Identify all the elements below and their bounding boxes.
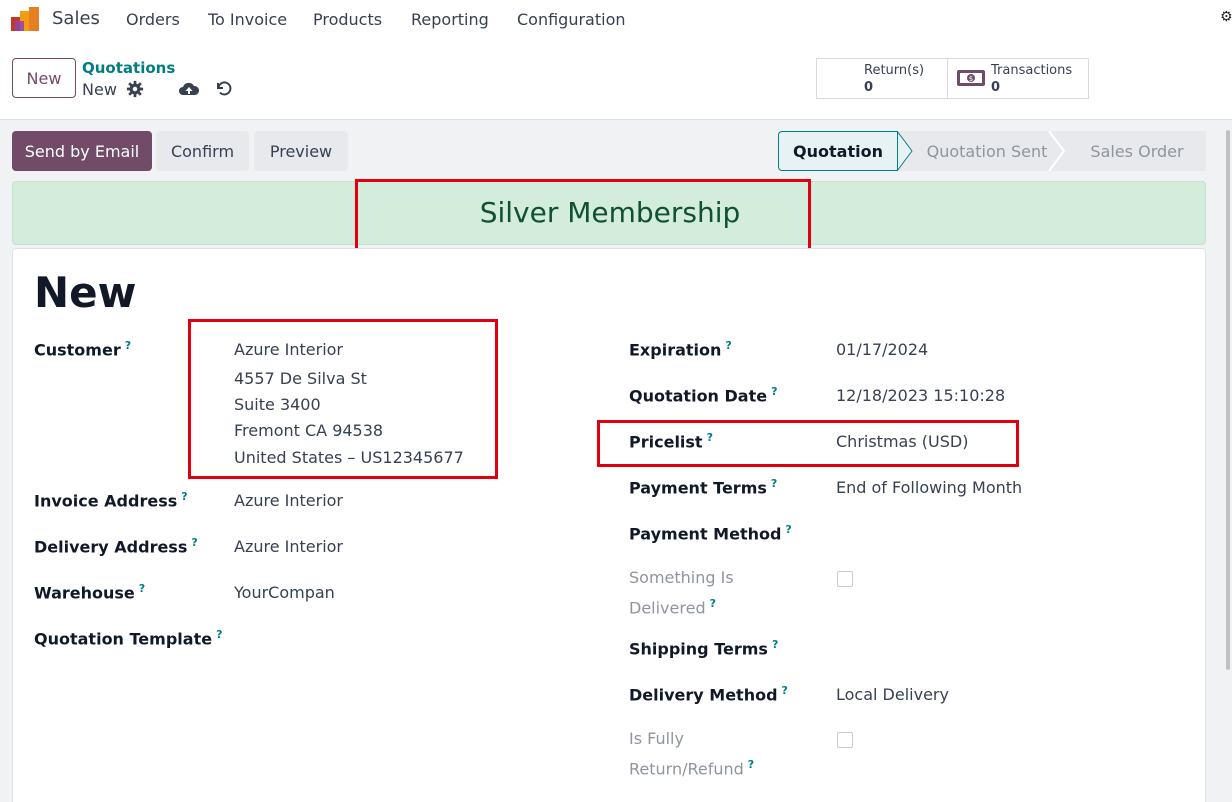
delivery-address-value[interactable]: Azure Interior [234, 537, 343, 556]
help-icon[interactable]: ? [748, 758, 754, 771]
help-icon[interactable]: ? [139, 582, 145, 595]
help-icon[interactable]: ? [771, 477, 777, 490]
sales-app-icon[interactable] [11, 7, 39, 31]
payment-method-label: Payment Method? [629, 523, 792, 544]
preview-button[interactable]: Preview [254, 131, 348, 171]
send-by-email-button[interactable]: Send by Email [12, 131, 152, 171]
shipping-terms-label: Shipping Terms? [629, 638, 779, 659]
menu-configuration[interactable]: Configuration [517, 10, 626, 29]
returns-count: 0 [864, 80, 874, 95]
transactions-count: 0 [991, 80, 1001, 95]
transactions-label: Transactions [991, 63, 1073, 78]
breadcrumb-quotations[interactable]: Quotations [82, 59, 175, 77]
returns-smart-button[interactable]: Return(s) 0 [817, 59, 947, 98]
delivery-method-value[interactable]: Local Delivery [836, 685, 949, 704]
expiration-label: Expiration? [629, 339, 732, 360]
help-icon[interactable]: ? [181, 490, 187, 503]
help-icon[interactable]: ? [771, 385, 777, 398]
customer-label: Customer? [34, 339, 132, 360]
discard-icon[interactable] [214, 79, 232, 97]
money-icon: $ [957, 70, 985, 86]
help-icon[interactable]: ? [782, 684, 788, 697]
warehouse-value[interactable]: YourCompan [234, 583, 335, 602]
menu-reporting[interactable]: Reporting [411, 10, 489, 29]
something-delivered-label: Something Is Delivered? [629, 568, 734, 618]
payment-terms-label: Payment Terms? [629, 477, 778, 498]
svg-text:$: $ [969, 75, 973, 83]
help-icon[interactable]: ? [216, 628, 222, 641]
app-name[interactable]: Sales [52, 8, 100, 29]
fully-returned-label: Is Fully Return/Refund? [629, 729, 755, 779]
help-icon[interactable]: ? [772, 638, 778, 651]
warehouse-label: Warehouse? [34, 582, 146, 603]
delivery-method-label: Delivery Method? [629, 684, 788, 705]
help-icon[interactable]: ? [725, 339, 731, 352]
payment-terms-value[interactable]: End of Following Month [836, 478, 1022, 497]
highlight-box-banner [355, 179, 811, 252]
help-icon[interactable]: ? [191, 536, 197, 549]
delivery-address-label: Delivery Address? [34, 536, 198, 557]
smart-buttons: Return(s) 0 $ Transactions 0 [816, 58, 1089, 99]
breadcrumb-current: New [82, 80, 117, 99]
transactions-smart-button[interactable]: $ Transactions 0 [947, 59, 1088, 98]
control-panel: New Quotations New Return(s) 0 $ Transac… [0, 38, 1232, 120]
menu-to-invoice[interactable]: To Invoice [208, 10, 287, 29]
something-delivered-checkbox[interactable] [837, 571, 853, 587]
top-navbar: Sales Orders To Invoice Products Reporti… [0, 0, 1232, 38]
invoice-address-label: Invoice Address? [34, 490, 188, 511]
confirm-button[interactable]: Confirm [156, 131, 249, 171]
stage-quotation[interactable]: Quotation [778, 131, 898, 171]
highlight-box-pricelist [597, 420, 1019, 467]
highlight-box-customer [188, 319, 498, 479]
menu-products[interactable]: Products [313, 10, 382, 29]
gear-icon[interactable] [126, 80, 144, 98]
returns-label: Return(s) [864, 63, 925, 78]
menu-orders[interactable]: Orders [126, 10, 180, 29]
debug-icon[interactable]: ⚙ [1220, 9, 1232, 25]
status-bar: Quotation Quotation Sent Sales Order [778, 131, 1206, 171]
help-icon[interactable]: ? [125, 339, 131, 352]
save-cloud-icon[interactable] [178, 80, 200, 98]
invoice-address-value[interactable]: Azure Interior [234, 491, 343, 510]
help-icon[interactable]: ? [785, 523, 791, 536]
new-button[interactable]: New [12, 58, 76, 98]
expiration-value[interactable]: 01/17/2024 [836, 340, 928, 359]
help-icon[interactable]: ? [710, 597, 716, 610]
quotation-template-label: Quotation Template? [34, 628, 223, 649]
record-title: New [34, 268, 137, 317]
stage-sales-order[interactable]: Sales Order [1068, 131, 1206, 171]
stage-quotation-sent[interactable]: Quotation Sent [914, 131, 1060, 171]
quotation-date-value[interactable]: 12/18/2023 15:10:28 [836, 386, 1005, 405]
fully-returned-checkbox[interactable] [837, 732, 853, 748]
scrollbar-thumb[interactable] [1226, 130, 1230, 670]
quotation-date-label: Quotation Date? [629, 385, 778, 406]
